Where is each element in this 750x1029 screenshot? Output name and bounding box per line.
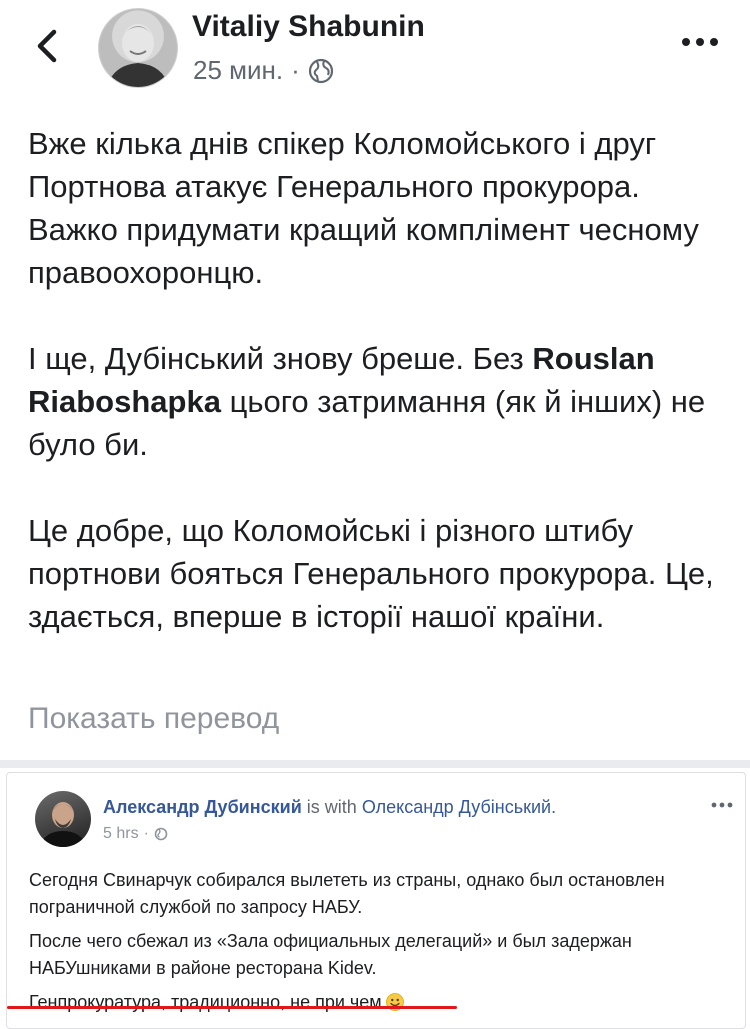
more-dots-icon[interactable] <box>680 36 720 48</box>
post-time[interactable]: 25 мин. <box>193 55 283 86</box>
embedded-line-2: После чего сбежал из «Зала официальных д… <box>29 931 632 978</box>
embedded-line-1: Сегодня Свинарчук собирался вылететь из … <box>29 870 665 917</box>
embedded-text: Сегодня Свинарчук собирался вылететь из … <box>29 867 719 1023</box>
red-underline <box>7 1006 457 1009</box>
paragraph-text: І ще, Дубінський знову бреше. Без <box>28 341 533 376</box>
author-name[interactable]: Vitaliy Shabunin <box>192 10 425 44</box>
post-meta: 25 мин. · <box>193 55 334 86</box>
post-paragraph-3: Це добре, що Коломойські і різного штибу… <box>28 513 714 634</box>
see-translation-link[interactable]: Показать перевод <box>28 702 279 736</box>
embedded-line-3: Генпрокуратура, традиционно, не при чем <box>29 989 719 1016</box>
embedded-line-3-text: Генпрокуратура, традиционно, не при чем <box>29 992 382 1012</box>
embedded-author[interactable]: Александр Дубинский <box>103 797 302 817</box>
post-body: Вже кілька днів спікер Коломойського і д… <box>28 122 728 681</box>
more-dots-icon <box>711 802 733 808</box>
globe-icon <box>308 58 333 83</box>
embedded-avatar <box>35 791 91 847</box>
globe-icon <box>154 827 168 841</box>
embedded-time: 5 hrs <box>103 825 139 842</box>
post-paragraph-2: І ще, Дубінський знову бреше. Без Rousla… <box>28 337 728 466</box>
embedded-meta: 5 hrs · <box>103 825 168 843</box>
embedded-separator: · <box>143 825 149 842</box>
chevron-left-icon[interactable] <box>30 26 66 66</box>
post-paragraph-1: Вже кілька днів спікер Коломойського і д… <box>28 126 699 290</box>
post-header: Vitaliy Shabunin 25 мин. · <box>0 0 750 100</box>
embedded-header: Александр Дубинский is with Олександр Ду… <box>103 797 556 818</box>
with-text: is with <box>306 797 357 817</box>
meta-separator: · <box>291 55 300 85</box>
embedded-post-screenshot: Александр Дубинский is with Олександр Ду… <box>6 772 746 1029</box>
avatar[interactable] <box>98 8 178 88</box>
embedded-tagged[interactable]: Олександр Дубінський. <box>362 797 556 817</box>
divider <box>0 760 750 768</box>
